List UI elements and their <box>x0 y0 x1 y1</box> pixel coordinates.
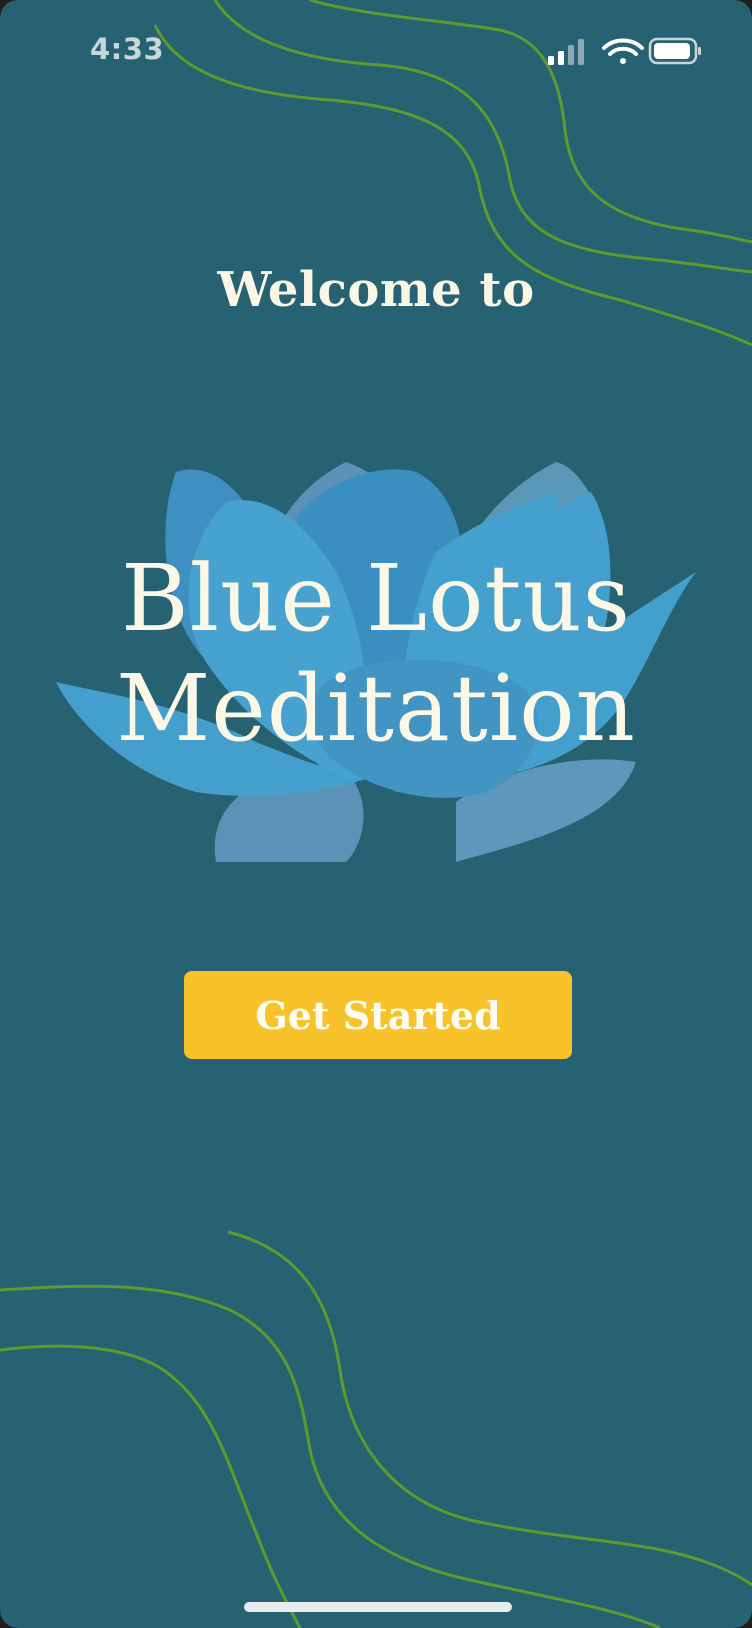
welcome-heading: Welcome to <box>217 262 535 318</box>
signal-icon <box>548 39 584 65</box>
battery-icon <box>648 37 701 65</box>
home-indicator[interactable] <box>244 1602 512 1612</box>
get-started-button[interactable]: Get Started <box>184 971 572 1059</box>
status-time: 4:33 <box>90 32 165 66</box>
wifi-icon <box>602 38 644 64</box>
status-bar: 4:33 <box>0 0 752 100</box>
app-name: Blue Lotus Meditation <box>56 544 696 764</box>
app-name-line-1: Blue Lotus <box>121 545 631 652</box>
status-icons <box>548 37 701 65</box>
app-screen: 4:33 Welcome to Blue Lotus Meditation Ge… <box>0 0 752 1628</box>
app-name-line-2: Meditation <box>116 655 636 762</box>
